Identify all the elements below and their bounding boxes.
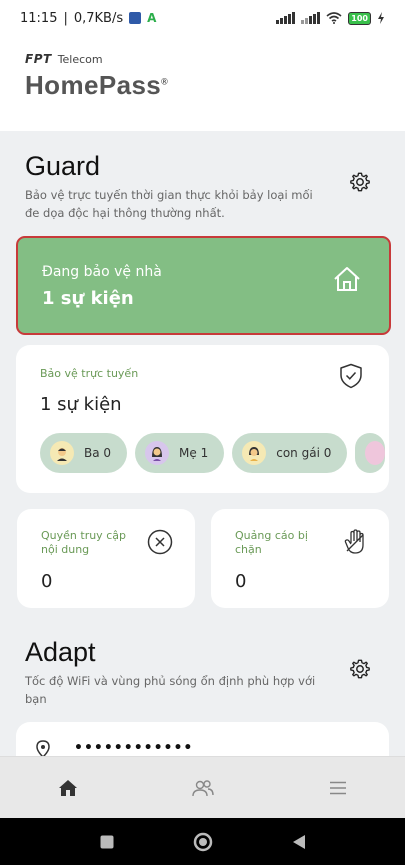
person-chip-label: con gái 0 bbox=[276, 446, 332, 460]
home-protection-label: Đang bảo vệ nhà bbox=[42, 264, 162, 280]
content-access-card[interactable]: Quyền truy cập nội dung 0 bbox=[17, 509, 195, 608]
ads-blocked-card[interactable]: Quảng cáo bị chặn 0 bbox=[211, 509, 389, 608]
avatar-icon bbox=[50, 441, 74, 465]
nav-home[interactable] bbox=[38, 768, 98, 808]
brand-row: FPT Telecom bbox=[25, 52, 380, 66]
adapt-description: Tốc độ WiFi và vùng phủ sóng ổn định phù… bbox=[25, 674, 316, 706]
guard-settings-button[interactable] bbox=[347, 169, 373, 195]
adapt-header: Adapt Tốc độ WiFi và vùng phủ sóng ổn đị… bbox=[25, 637, 325, 708]
avatar-icon bbox=[145, 441, 170, 465]
battery-icon: 100 bbox=[348, 11, 371, 25]
notification-app-icon bbox=[129, 12, 142, 24]
online-protection-count: 1 sự kiện bbox=[40, 394, 122, 415]
back-icon[interactable] bbox=[292, 834, 306, 850]
avatar-icon bbox=[242, 441, 267, 465]
person-chip[interactable] bbox=[355, 433, 386, 473]
cell-signal-icon bbox=[276, 12, 296, 24]
location-pin-icon bbox=[36, 740, 50, 756]
gear-icon bbox=[350, 172, 370, 192]
home-protection-card[interactable]: Đang bảo vệ nhà 1 sự kiện bbox=[16, 236, 391, 335]
hand-stop-icon bbox=[344, 529, 364, 554]
person-chip[interactable]: Ba 0 bbox=[40, 433, 128, 473]
online-protection-card[interactable]: Bảo vệ trực tuyến 1 sự kiện Ba 0 Mẹ 1 co… bbox=[16, 345, 389, 493]
circle-x-icon bbox=[147, 529, 173, 555]
avatar-icon bbox=[365, 441, 386, 465]
bottom-navigation bbox=[0, 756, 405, 818]
wifi-network-card[interactable]: •••••••••••• bbox=[16, 722, 389, 756]
content-access-value: 0 bbox=[41, 571, 53, 592]
main-content[interactable]: Guard Bảo vệ trực tuyến thời gian thực k… bbox=[0, 131, 405, 756]
android-navigation-bar bbox=[0, 818, 405, 865]
guard-header: Guard Bảo vệ trực tuyến thời gian thực k… bbox=[25, 151, 325, 222]
home-button-icon[interactable] bbox=[193, 832, 213, 852]
home-icon bbox=[58, 779, 77, 796]
notification-a-icon: A bbox=[147, 11, 157, 25]
adapt-settings-button[interactable] bbox=[347, 656, 373, 682]
status-time: 11:15 bbox=[20, 10, 58, 26]
content-access-label: Quyền truy cập nội dung bbox=[41, 529, 126, 556]
charging-icon bbox=[378, 12, 384, 24]
ads-blocked-label: Quảng cáo bị chặn bbox=[235, 529, 308, 556]
app-header: FPT Telecom HomePass® bbox=[0, 36, 405, 131]
person-chip[interactable]: con gái 0 bbox=[232, 433, 348, 473]
status-bar: 11:15 | 0,7KB/s A 100 bbox=[0, 0, 405, 36]
person-chip-label: Mẹ 1 bbox=[179, 446, 209, 460]
network-speed: 0,7KB/s bbox=[73, 10, 124, 26]
person-chip[interactable]: Mẹ 1 bbox=[135, 433, 225, 473]
wifi-network-name: •••••••••••• bbox=[74, 740, 194, 756]
gear-icon bbox=[350, 659, 370, 679]
adapt-title: Adapt bbox=[25, 637, 96, 667]
shield-check-icon bbox=[340, 363, 362, 389]
app-title: HomePass® bbox=[25, 70, 169, 100]
wifi-icon bbox=[326, 12, 342, 24]
brand-subtitle: Telecom bbox=[57, 52, 103, 66]
cell-signal-2-icon bbox=[301, 12, 321, 24]
guard-title: Guard bbox=[25, 151, 101, 181]
home-icon bbox=[334, 267, 360, 291]
nav-menu[interactable] bbox=[308, 768, 368, 808]
people-icon bbox=[191, 779, 214, 796]
online-protection-label: Bảo vệ trực tuyến bbox=[40, 367, 139, 380]
fpt-logo: FPT bbox=[25, 52, 52, 66]
menu-icon bbox=[329, 781, 346, 794]
nav-people[interactable] bbox=[173, 768, 233, 808]
people-chips: Ba 0 Mẹ 1 con gái 0 bbox=[40, 433, 386, 473]
recents-icon[interactable] bbox=[100, 835, 114, 849]
guard-description: Bảo vệ trực tuyến thời gian thực khỏi bả… bbox=[25, 188, 313, 220]
person-chip-label: Ba 0 bbox=[84, 446, 112, 460]
home-protection-count: 1 sự kiện bbox=[42, 288, 134, 309]
ads-blocked-value: 0 bbox=[235, 571, 247, 592]
